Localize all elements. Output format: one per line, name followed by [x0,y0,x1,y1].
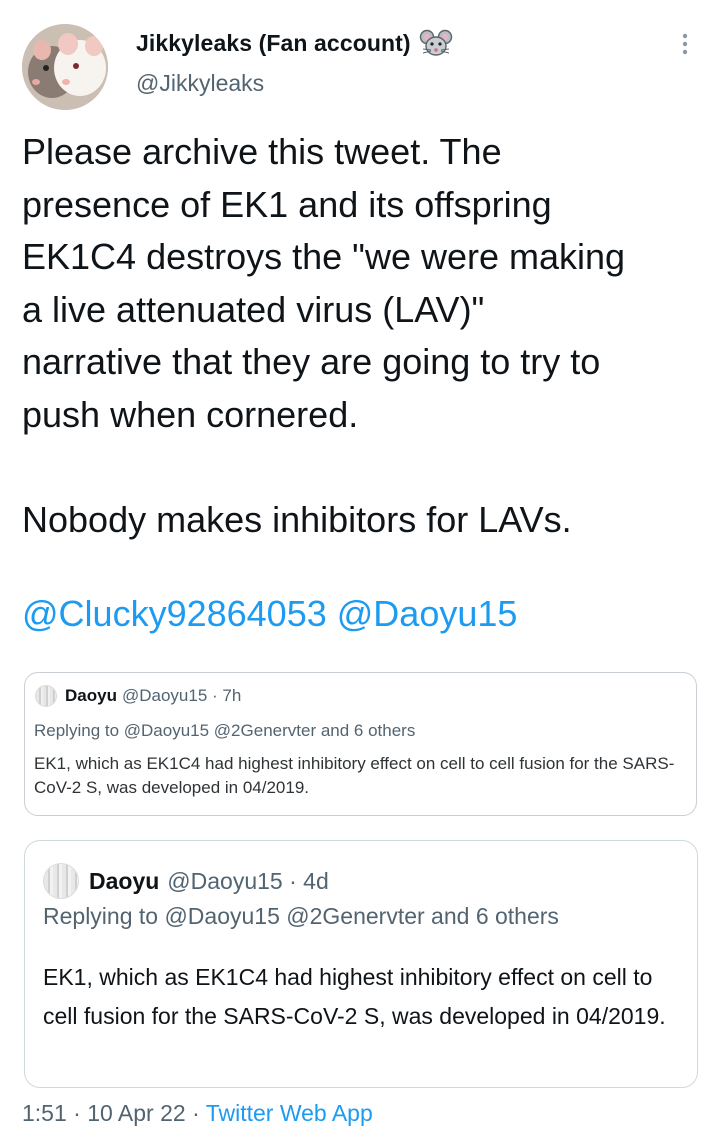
mouse-emoji-icon [419,29,453,57]
mention-link-clucky[interactable]: @Clucky92864053 [22,593,327,634]
quoted-screenshot-reply: Replying to @Daoyu15 @2Genervter and 6 o… [34,721,416,740]
author-name[interactable]: Jikkyleaks (Fan account) [136,30,411,57]
quoted-screenshot-body: EK1, which as EK1C4 had highest inhibito… [34,754,675,797]
quoted-tweet-meta: @Daoyu15 · 4d [167,867,329,894]
quoted-tweet-reply: Replying to @Daoyu15 @2Genervter and 6 o… [43,903,559,929]
quoted-screenshot-card: Daoyu @Daoyu15 · 7h Replying to @Daoyu15… [24,672,697,816]
avatar[interactable] [22,24,108,110]
quoted-screenshot-meta: @Daoyu15 · 7h [121,686,242,705]
mention-link-daoyu[interactable]: @Daoyu15 [337,593,518,634]
tweet-timestamp[interactable]: 1:51 · 10 Apr 22 · [22,1100,206,1126]
tweet-mentions: @Clucky92864053 @Daoyu15 [22,592,517,636]
tweet-source-app[interactable]: Twitter Web App [206,1100,373,1126]
rats-photo-avatar [22,24,108,110]
quoted-tweet-body: EK1, which as EK1C4 had highest inhibito… [43,964,666,1029]
quoted-screenshot-header: Daoyu @Daoyu15 · 7h [35,685,241,707]
tweet-text: Please archive this tweet. The presence … [22,131,626,540]
quoted-tweet-header: Daoyu @Daoyu15 · 4d [43,863,329,899]
author-handle[interactable]: @Jikkyleaks [136,70,264,97]
quoted-screenshot-avatar [35,685,57,707]
author-name-row: Jikkyleaks (Fan account) [136,28,453,58]
more-options-icon[interactable] [674,30,696,58]
tweet-footer: 1:51 · 10 Apr 22 · Twitter Web App [22,1100,373,1127]
quoted-screenshot-name: Daoyu [65,686,117,705]
quoted-tweet-avatar[interactable] [43,863,79,899]
quoted-tweet-card[interactable]: Daoyu @Daoyu15 · 4d Replying to @Daoyu15… [24,840,698,1088]
quoted-tweet-name[interactable]: Daoyu [89,868,159,895]
